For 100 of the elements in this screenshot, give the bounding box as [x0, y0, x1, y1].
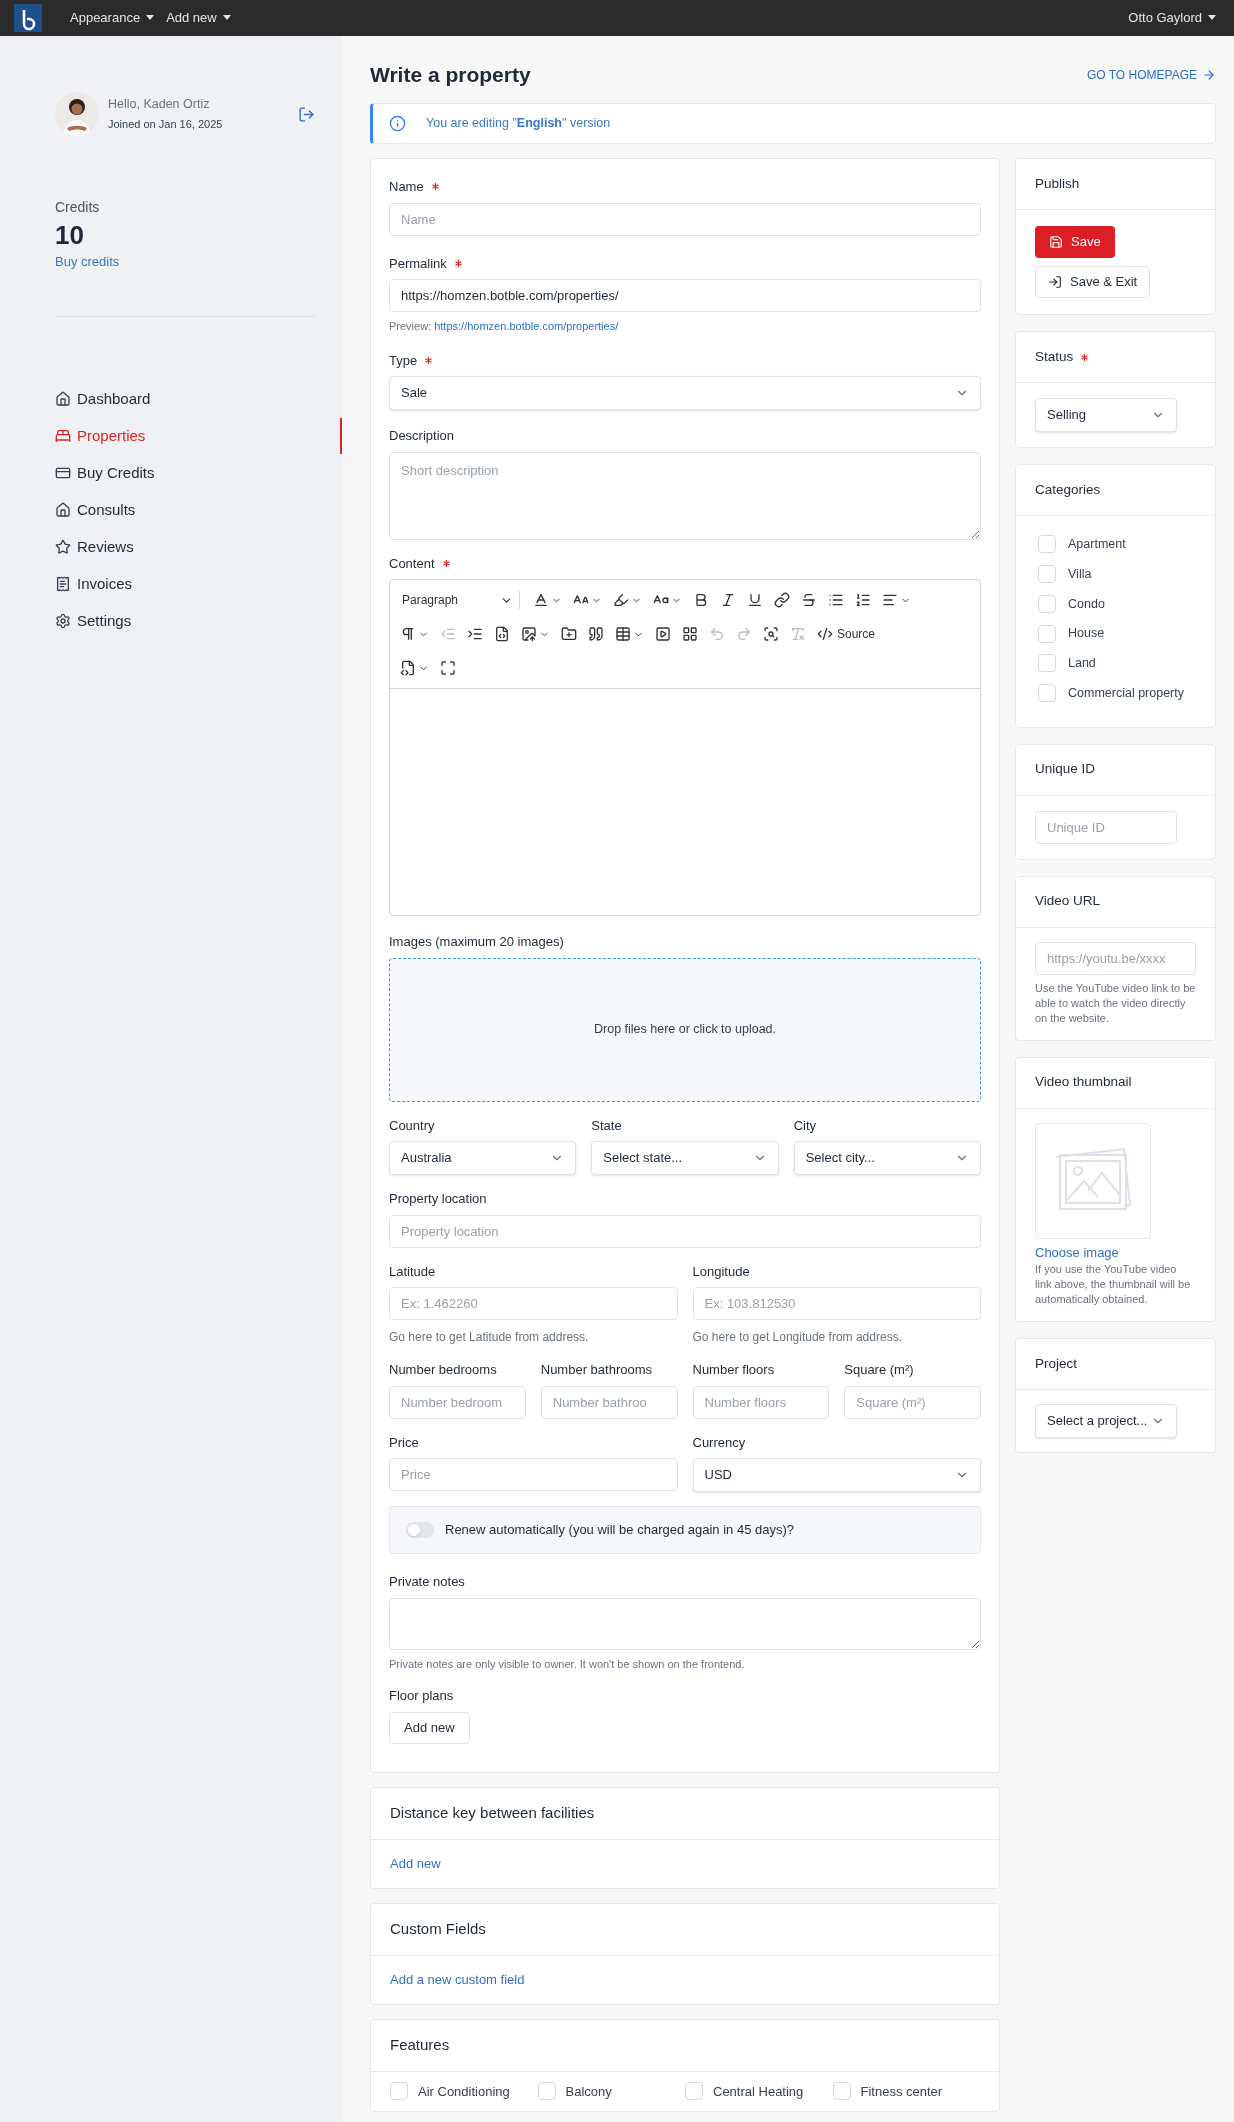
field-label: Images (maximum 20 images) — [389, 933, 564, 951]
panel-title: Unique ID — [1035, 760, 1096, 779]
toolbar-button[interactable]: Source — [813, 620, 880, 648]
field-label: Property location — [389, 1190, 487, 1208]
number-field[interactable]: Square (m²) — [844, 1385, 981, 1419]
name-field[interactable]: Name — [389, 202, 981, 236]
checkbox[interactable] — [1038, 594, 1056, 613]
receipt-icon — [55, 575, 71, 592]
checkbox-label: Apartment — [1068, 536, 1126, 553]
panel-title: Distance key between facilities — [390, 1802, 595, 1823]
number-field[interactable]: Number bedroom — [389, 1385, 526, 1419]
caret-icon — [146, 15, 155, 21]
field-label: Latitude — [389, 1262, 436, 1281]
nav-link[interactable]: Consults — [77, 497, 136, 522]
panel-title: Features — [390, 2034, 450, 2055]
checkbox-label: Fitness center — [860, 2082, 943, 2101]
panel-title: Project — [1035, 1354, 1078, 1373]
field-label: Number bathrooms — [540, 1361, 653, 1379]
currency-select[interactable]: USD — [692, 1458, 981, 1492]
field-hint: Private notes are only visible to owner. It won't be shown on the frontend. — [389, 1656, 746, 1672]
bed-icon — [55, 427, 71, 444]
field-label: Name — [389, 178, 424, 196]
private-notes-field[interactable] — [389, 1597, 981, 1650]
field-label: Floor plans — [389, 1687, 454, 1705]
thumbnail-placeholder[interactable] — [1035, 1122, 1151, 1239]
checkbox-label: House — [1068, 625, 1105, 643]
choose-image-link[interactable]: Choose image — [1035, 1242, 1119, 1262]
save-exit-button[interactable]: Save & Exit — [1035, 266, 1151, 298]
checkbox-label: Condo — [1068, 595, 1105, 613]
panel-title: Publish — [1035, 174, 1080, 193]
preview-link[interactable]: https://homzen.botble.com/properties/ — [434, 318, 619, 335]
video-url-field[interactable]: https://youtu.be/xxxx — [1035, 941, 1196, 975]
format-dropdown[interactable]: Paragraph — [396, 591, 520, 609]
location-select[interactable]: Australia — [389, 1141, 577, 1175]
field-label: State — [591, 1116, 622, 1135]
checkbox[interactable] — [1038, 565, 1056, 584]
panel-title: Video thumbnail — [1035, 1073, 1132, 1092]
homepage-link[interactable]: GO TO HOMEPAGE — [1086, 66, 1216, 84]
field-label: City — [793, 1116, 817, 1135]
checkbox[interactable] — [1038, 535, 1056, 554]
house-icon — [55, 501, 71, 518]
nav-link[interactable]: Buy Credits — [77, 460, 155, 485]
field-hint: If you use the YouTube video link above, the thumbnail will be automatically obtained. — [1035, 1262, 1192, 1307]
credits-label: Credits — [55, 198, 101, 217]
location-select[interactable]: Select state... — [591, 1141, 779, 1175]
buy-credits-link[interactable]: Buy credits — [55, 252, 315, 272]
floppy-icon — [1049, 235, 1063, 249]
preview-label: Preview: — [389, 319, 432, 334]
notice-text: You are editing "English" version — [426, 115, 611, 133]
menu-item[interactable]: Appearance — [70, 8, 155, 28]
checkbox[interactable] — [537, 2082, 556, 2101]
location-field[interactable]: Property location — [389, 1214, 981, 1248]
field-label: Square (m²) — [844, 1361, 914, 1379]
panel-title: Status — [1035, 347, 1074, 366]
checkbox[interactable] — [685, 2082, 703, 2101]
field-label: Content — [389, 554, 435, 573]
coordinate-field[interactable]: Ex: 1.462260 — [389, 1287, 678, 1320]
joined-date: Joined on Jan 16, 2025 — [108, 117, 223, 133]
save-button[interactable]: Save — [1035, 226, 1115, 258]
project-select[interactable]: Select a project... — [1035, 1404, 1177, 1438]
field-hint: Use the YouTube video link to be able to watch the video directly on the website. — [1035, 980, 1196, 1026]
permalink-field[interactable]: https://homzen.botble.com/properties/ — [389, 279, 981, 312]
checkbox[interactable] — [1038, 654, 1056, 673]
add-link[interactable]: Add new — [390, 1853, 441, 1874]
active-indicator — [340, 417, 342, 454]
menu-item[interactable]: Add new — [166, 8, 231, 28]
star-icon — [55, 538, 71, 555]
checkbox[interactable] — [1038, 624, 1056, 643]
unique-id-field[interactable]: Unique ID — [1035, 810, 1177, 844]
nav-link[interactable]: Settings — [77, 608, 132, 633]
nav-link[interactable]: Reviews — [77, 534, 134, 559]
description-field[interactable]: Short description — [389, 451, 981, 540]
nav-link[interactable]: Dashboard — [77, 386, 151, 411]
add-floor-plan-button[interactable]: Add new — [389, 1711, 470, 1744]
panel-title: Custom Fields — [390, 1918, 486, 1939]
logo[interactable] — [14, 4, 42, 32]
status-select[interactable]: Selling — [1035, 398, 1177, 432]
checkbox[interactable] — [390, 2082, 408, 2101]
checkbox-label: Villa — [1068, 565, 1092, 583]
greeting-text: Hello, Kaden Ortiz — [108, 96, 211, 114]
number-field[interactable]: Number bathroo — [540, 1385, 678, 1419]
logout-icon[interactable] — [298, 105, 315, 123]
coordinate-field[interactable]: Ex: 103.812530 — [692, 1287, 981, 1320]
nav-link[interactable]: Properties — [77, 423, 146, 448]
nav-link[interactable]: Invoices — [77, 571, 133, 596]
checkbox[interactable] — [832, 2082, 851, 2101]
add-link[interactable]: Add a new custom field — [390, 1969, 525, 1990]
dropzone[interactable]: Drop files here or click to upload. — [389, 957, 981, 1102]
checkbox-label: Commercial property — [1068, 684, 1184, 702]
user-menu[interactable]: Otto Gaylord — [1128, 8, 1216, 28]
price-field[interactable]: Price — [389, 1458, 678, 1491]
field-label: Number floors — [692, 1361, 775, 1379]
type-select[interactable]: Sale — [389, 376, 981, 410]
info-icon — [389, 115, 406, 132]
field-label: Private notes — [389, 1573, 465, 1591]
toggle-switch[interactable] — [406, 1522, 434, 1538]
location-select[interactable]: Select city... — [793, 1141, 981, 1175]
checkbox[interactable] — [1038, 684, 1056, 703]
field-label: Description — [389, 427, 455, 445]
number-field[interactable]: Number floors — [692, 1385, 830, 1419]
